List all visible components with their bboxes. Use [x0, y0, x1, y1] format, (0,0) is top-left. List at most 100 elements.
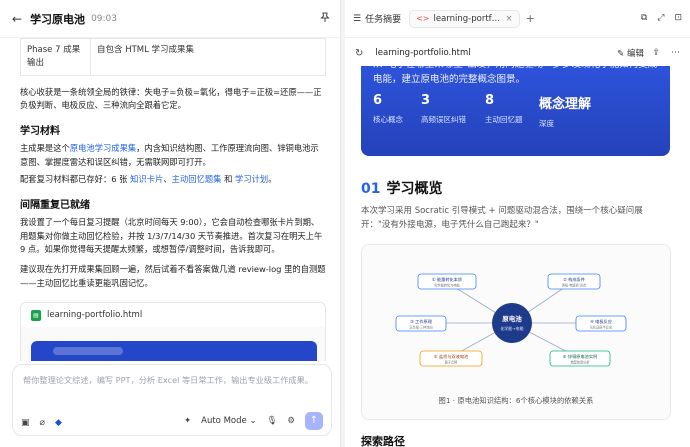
external-window-icon[interactable]: ⧉	[641, 13, 647, 23]
node-title: ③ 工作原理	[410, 318, 433, 325]
file-card-header: ▤ learning-portfolio.html	[21, 303, 325, 328]
table-row: Phase 7 成果输出 自包含 HTML 学习成果集	[20, 38, 326, 76]
node-sub: 氧化还原半反应	[590, 325, 613, 330]
table-cell: Phase 7 成果输出	[20, 38, 91, 76]
stat-number: 8	[485, 93, 495, 108]
hero-text: 从"电子在哪里来哪里"出发，用问题驱动一步步发现化学能如何变成电能，建立原电池的…	[373, 66, 657, 85]
node-sub: 化学能转化为电能	[434, 283, 460, 288]
section-heading-review: 间隔重复已就绪	[20, 199, 90, 211]
task-summary-button[interactable]: ☰ 任务摘要	[353, 12, 402, 26]
tab-label: learning-portfolio.html	[433, 13, 502, 24]
text-span: 、	[163, 174, 172, 185]
node-sub: 正负极·三种流向	[409, 325, 432, 330]
section-title: 01 学习概览	[361, 178, 442, 198]
edit-label: 编辑	[626, 49, 644, 59]
composer-tools: ▣ ⌀ ◆	[21, 418, 62, 428]
text-span: 和	[221, 174, 236, 185]
file-name: learning-portfolio.html	[47, 310, 143, 321]
chat-time: 09:03	[91, 13, 117, 24]
next-section-heading: 探索路径	[361, 435, 405, 447]
message-composer[interactable]: 帮你整理论文综述，编写 PPT，分析 Excel 等日常工作，输出专业级工作成果…	[12, 364, 332, 436]
node-sub: 典型装置分析	[570, 360, 590, 365]
sparkle-icon[interactable]: ✦	[184, 416, 191, 426]
study-plan-link[interactable]: 学习计划	[235, 174, 268, 184]
diagram-node: ② 构成条件 两极·电解质·闭合	[547, 273, 601, 290]
plugin-icon[interactable]: ◆	[55, 418, 62, 428]
node-title: ⑥ 锌铜原电池实例	[563, 353, 597, 360]
task-summary-label: 任务摘要	[365, 15, 402, 25]
diagram-node: ⑤ 盐桥与双液电池 离子迁移	[419, 350, 483, 367]
suggest-paragraph: 建议现在先打开成果集回顾一遍，然后试着不看答案做几道 review-log 里的…	[20, 264, 326, 288]
mode-selector[interactable]: Auto Mode ⌄	[201, 416, 256, 426]
review-paragraph: 我设置了一个每日复习提醒（北京时间每天 9:00），它会自动检查哪张卡片到期、用…	[20, 216, 323, 255]
file-attachment-card[interactable]: ▤ learning-portfolio.html	[20, 302, 326, 361]
core-paragraph: 核心收获是一条统领全局的铁律：失电子=负极=氧化，得电子=正极=还原——正负极判…	[20, 86, 322, 111]
materials-paragraph: 主成果是这个原电池学习成果集，内含知识结构图、工作原理流向图、锌铜电池示意图、掌…	[20, 142, 327, 169]
code-icon: <>	[416, 14, 430, 23]
summary-table: Phase 7 成果输出 自包含 HTML 学习成果集	[20, 38, 326, 76]
center-sub: 化学能→电能	[500, 325, 523, 331]
composer-input[interactable]: 帮你整理论文综述，编写 PPT，分析 Excel 等日常工作，输出专业级工作成果…	[23, 374, 313, 386]
app-window: ← 学习原电池 09:03 Phase 7 成果输出 自包含 HTML 学习成果…	[0, 0, 690, 447]
reload-icon[interactable]: ↻	[355, 48, 363, 59]
settings-icon[interactable]: ⚙︎	[287, 416, 295, 426]
node-sub: 离子迁移	[445, 360, 459, 365]
chat-title: 学习原电池	[30, 12, 86, 26]
recall-questions-link[interactable]: 主动回忆题集	[172, 174, 222, 184]
stat-depth: 概念理解 深度	[539, 93, 591, 129]
text-span: 配套复习材料都已存好：6 张	[20, 174, 128, 185]
stat-recall: 8 主动回忆题	[485, 93, 523, 125]
diagram-node: ④ 电极反应 氧化还原半反应	[575, 315, 627, 332]
center-title: 原电池	[502, 314, 522, 323]
intro-text: 本次学习采用 Socratic 引导模式 + 问题驱动混合法，围绕一个核心疑问展…	[361, 206, 643, 231]
window-controls: ⧉ ⤢ ⊡	[641, 13, 682, 23]
paperclip-icon[interactable]: ⌀	[40, 418, 45, 428]
expand-icon[interactable]: ⤢	[657, 13, 664, 23]
edit-button[interactable]: ✎ 编辑	[617, 47, 644, 59]
stat-number: 3	[421, 93, 431, 108]
node-title: ⑤ 盐桥与双液电池	[434, 353, 469, 360]
hero-banner: 从"电子在哪里来哪里"出发，用问题驱动一步步发现化学能如何变成电能，建立原电池的…	[361, 66, 670, 156]
diagram-node: ③ 工作原理 正负极·三种流向	[395, 315, 447, 332]
stat-label: 高频误区纠错	[421, 115, 466, 124]
section-heading-materials: 学习材料	[20, 125, 60, 137]
node-sub: 两极·电解质·闭合	[562, 283, 587, 288]
close-panel-icon[interactable]: ⊡	[674, 13, 682, 23]
portfolio-link[interactable]: 原电池学习成果集	[70, 143, 136, 153]
chat-header: ← 学习原电池 09:03	[0, 0, 340, 38]
address-bar: ↻ learning-portfolio.html ✎ 编辑 ⇪ ⋯	[345, 42, 690, 64]
diagram-center-node	[492, 303, 532, 343]
stat-label: 核心概念	[373, 115, 403, 124]
mode-label: Auto Mode	[201, 416, 247, 426]
share-icon[interactable]: ⇪	[652, 48, 660, 58]
stat-number: 6	[373, 93, 383, 108]
text-span: 。	[268, 174, 277, 185]
diagram-node: ① 能量转化本质 化学能转化为电能	[417, 273, 477, 290]
file-preview-thumbnail	[31, 341, 317, 361]
section-number: 01	[361, 181, 381, 197]
preview-tabbar: ☰ 任务摘要 <> learning-portfolio.html × + ⧉ …	[345, 0, 690, 38]
diagram-svg: 原电池 化学能→电能 ① 能量转化本质 化学能转化为电能 ② 构成条件 两极·电…	[395, 273, 627, 367]
knowledge-diagram: 原电池 化学能→电能 ① 能量转化本质 化学能转化为电能 ② 构成条件 两极·电…	[361, 244, 671, 420]
close-icon[interactable]: ×	[506, 14, 513, 24]
back-icon[interactable]: ←	[12, 12, 22, 26]
html-file-icon: ▤	[31, 309, 41, 321]
tab-learning-portfolio[interactable]: <> learning-portfolio.html ×	[409, 9, 520, 28]
pin-icon[interactable]	[320, 12, 330, 26]
flashcards-link[interactable]: 知识卡片	[130, 174, 163, 184]
microphone-icon[interactable]: 🎙︎	[267, 416, 278, 426]
chevron-down-icon: ⌄	[249, 416, 257, 426]
diagram-node: ⑥ 锌铜原电池实例 典型装置分析	[549, 350, 611, 367]
attach-image-icon[interactable]: ▣	[21, 418, 30, 428]
stat-label: 深度	[539, 119, 554, 128]
more-icon[interactable]: ⋯	[671, 48, 680, 58]
url-text: learning-portfolio.html	[375, 48, 471, 58]
node-title: ④ 电极反应	[590, 318, 612, 325]
node-title: ① 能量转化本质	[432, 276, 462, 283]
stat-concepts: 6 核心概念	[373, 93, 403, 125]
send-button[interactable]: ↑	[305, 412, 323, 430]
diagram-caption: 图1 · 原电池知识结构：6个核心模块的依赖关系	[438, 396, 594, 405]
new-tab-icon[interactable]: +	[526, 12, 535, 25]
portfolio-page: 从"电子在哪里来哪里"出发，用问题驱动一步步发现化学能如何变成电能，建立原电池的…	[345, 66, 690, 447]
section-title-text: 学习概览	[386, 181, 443, 197]
